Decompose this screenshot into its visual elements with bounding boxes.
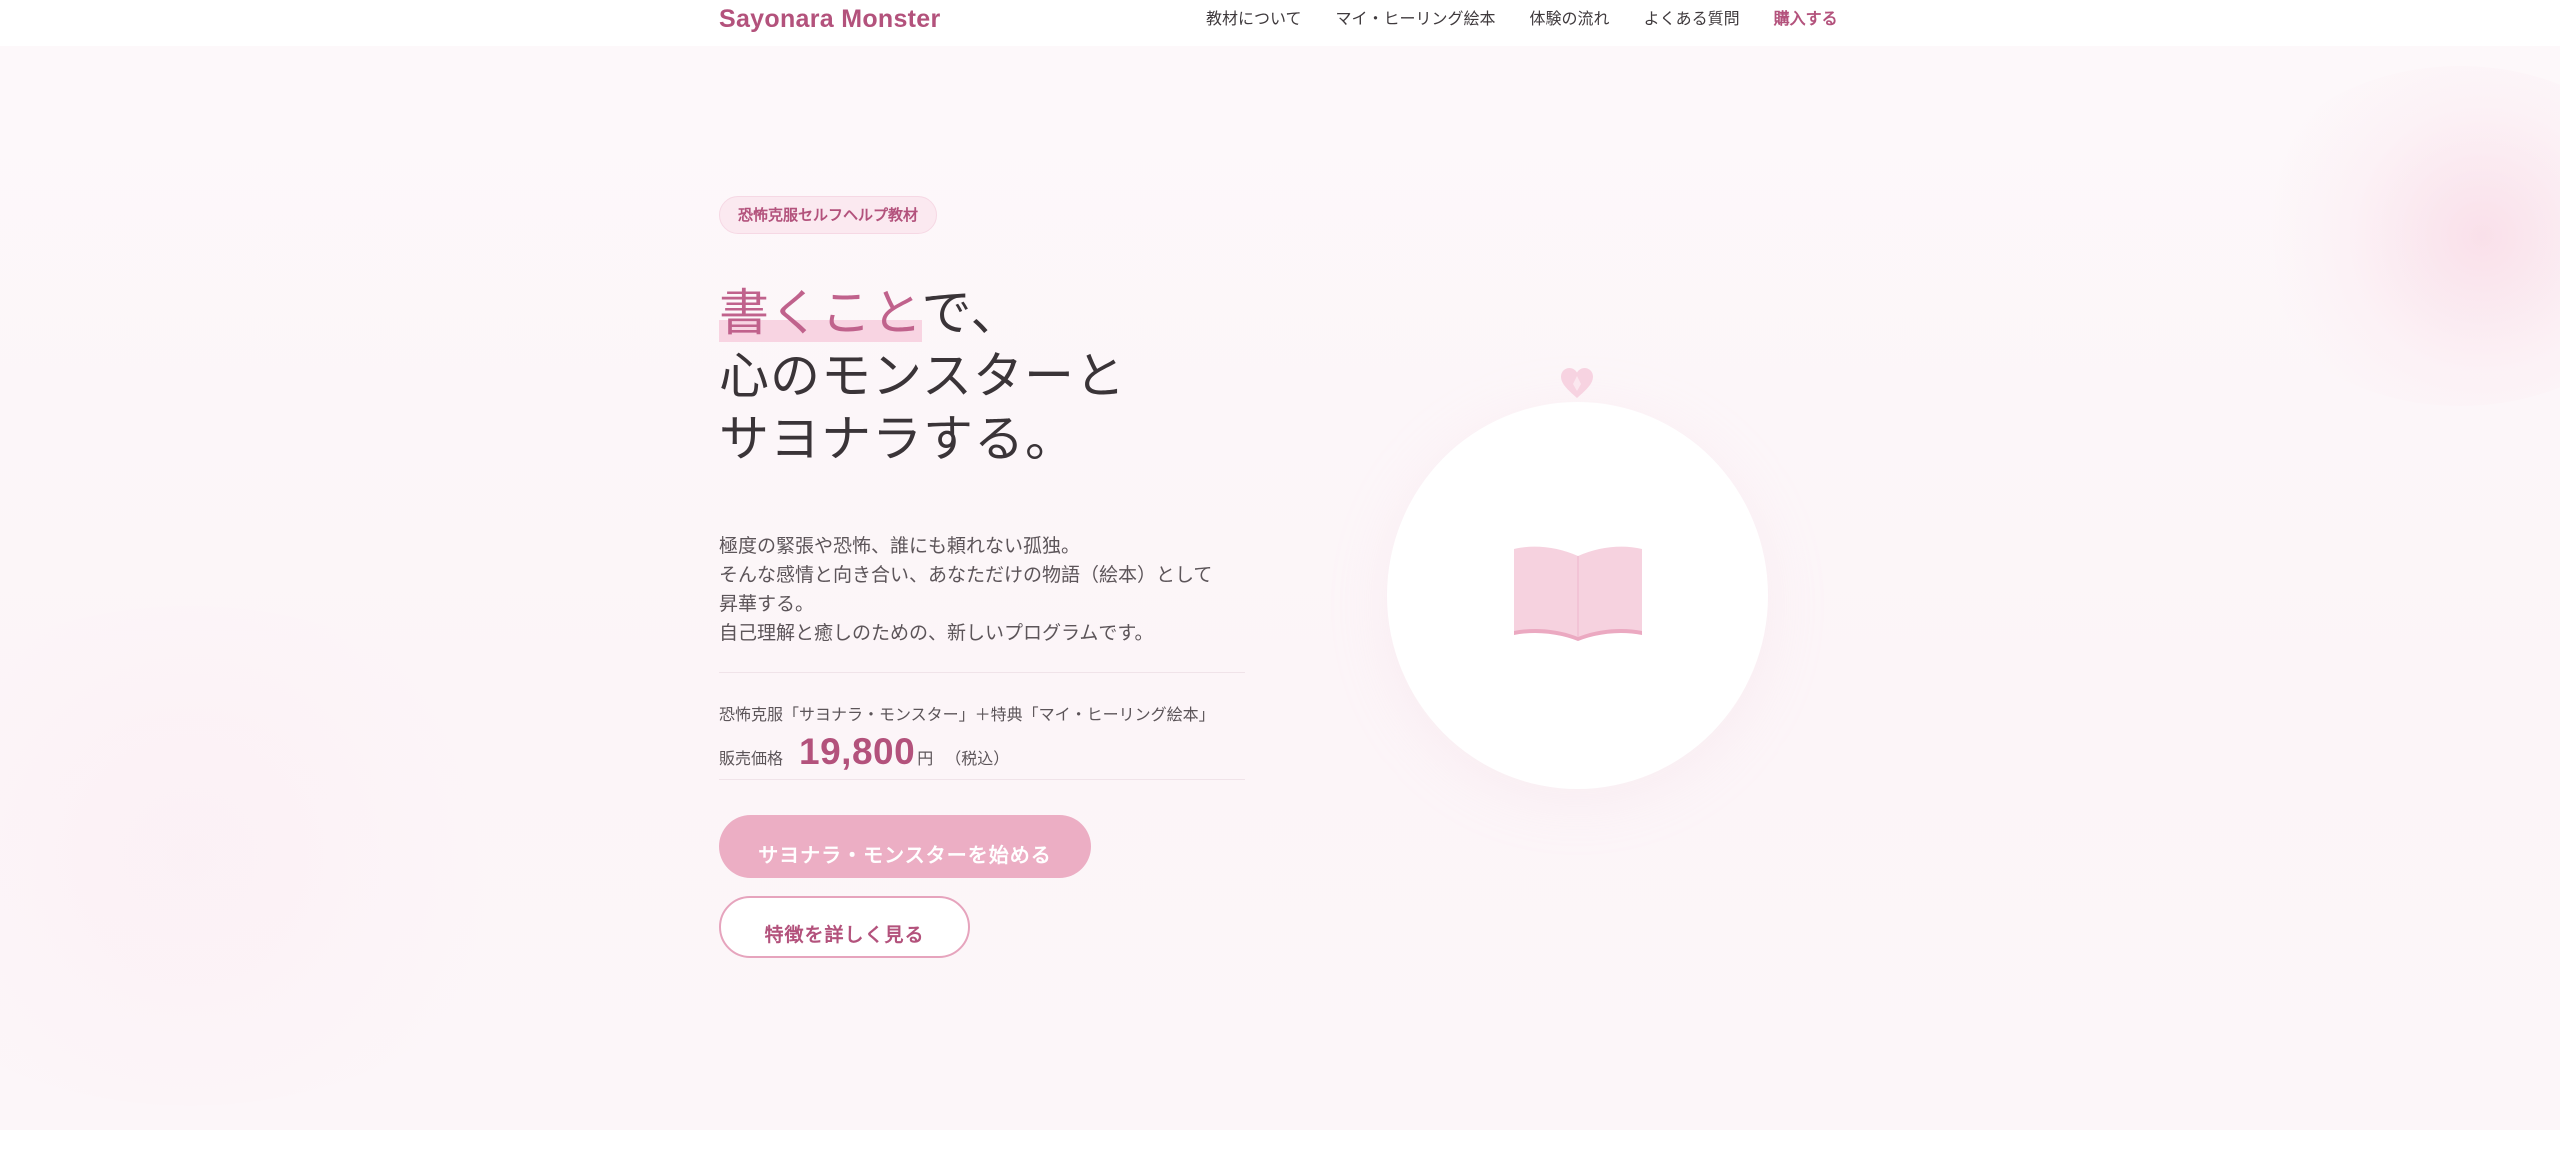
- section-divider: [0, 1130, 2560, 1166]
- price-unit: 円: [917, 749, 934, 768]
- description-line: そんな感情と向き合い、あなただけの物語（絵本）として: [719, 564, 1213, 586]
- nav-item-healing-book[interactable]: マイ・ヒーリング絵本: [1336, 5, 1496, 29]
- open-book-icon: [1514, 546, 1642, 641]
- decorative-glow: [0, 606, 540, 1106]
- nav-item-purchase[interactable]: 購入する: [1774, 5, 1838, 29]
- headline-accent: 書くこと: [719, 284, 922, 342]
- site-header: Sayonara Monster 教材について マイ・ヒーリング絵本 体験の流れ…: [0, 0, 2560, 46]
- price-tax-note: （税込）: [945, 749, 1010, 768]
- hero-headline: 書くことで、 心のモンスターと サヨナラする。: [719, 282, 1126, 471]
- price-value: 19,800: [799, 731, 916, 772]
- decorative-glow: [2240, 66, 2560, 406]
- headline-line-1: 書くことで、: [719, 282, 1126, 345]
- hero-section: [0, 46, 2560, 1130]
- nav-item-faq[interactable]: よくある質問: [1644, 5, 1740, 29]
- product-name: 恐怖克服「サヨナラ・モンスター」＋特典「マイ・ヒーリング絵本」: [719, 705, 1215, 724]
- main-nav: 教材について マイ・ヒーリング絵本 体験の流れ よくある質問 購入する: [1206, 4, 1838, 30]
- price-label: 販売価格: [719, 749, 784, 768]
- hero-description: 極度の緊張や恐怖、誰にも頼れない孤独。 そんな感情と向き合い、あなただけの物語（…: [719, 532, 1212, 648]
- price-box: 恐怖克服「サヨナラ・モンスター」＋特典「マイ・ヒーリング絵本」 販売価格 19,…: [719, 672, 1245, 780]
- see-features-button[interactable]: 特徴を詳しく見る: [719, 896, 970, 958]
- description-line: 極度の緊張や恐怖、誰にも頼れない孤独。: [719, 535, 1081, 557]
- headline-line-2: 心のモンスターと: [719, 347, 1126, 405]
- headline-line-1-rest: で、: [921, 284, 1022, 342]
- description-line: 自己理解と癒しのための、新しいプログラムです。: [719, 622, 1154, 644]
- headline-line-3: サヨナラする。: [719, 410, 1076, 468]
- price-row: 販売価格 19,800 円 （税込）: [719, 731, 1009, 773]
- nav-item-about[interactable]: 教材について: [1206, 5, 1302, 29]
- nav-item-flow[interactable]: 体験の流れ: [1530, 5, 1610, 29]
- description-line: 昇華する。: [719, 593, 815, 615]
- start-program-button[interactable]: サヨナラ・モンスターを始める: [719, 815, 1091, 878]
- category-badge: 恐怖克服セルフヘルプ教材: [719, 196, 938, 234]
- heart-icon: [1561, 368, 1593, 398]
- brand-logo[interactable]: Sayonara Monster: [719, 2, 941, 36]
